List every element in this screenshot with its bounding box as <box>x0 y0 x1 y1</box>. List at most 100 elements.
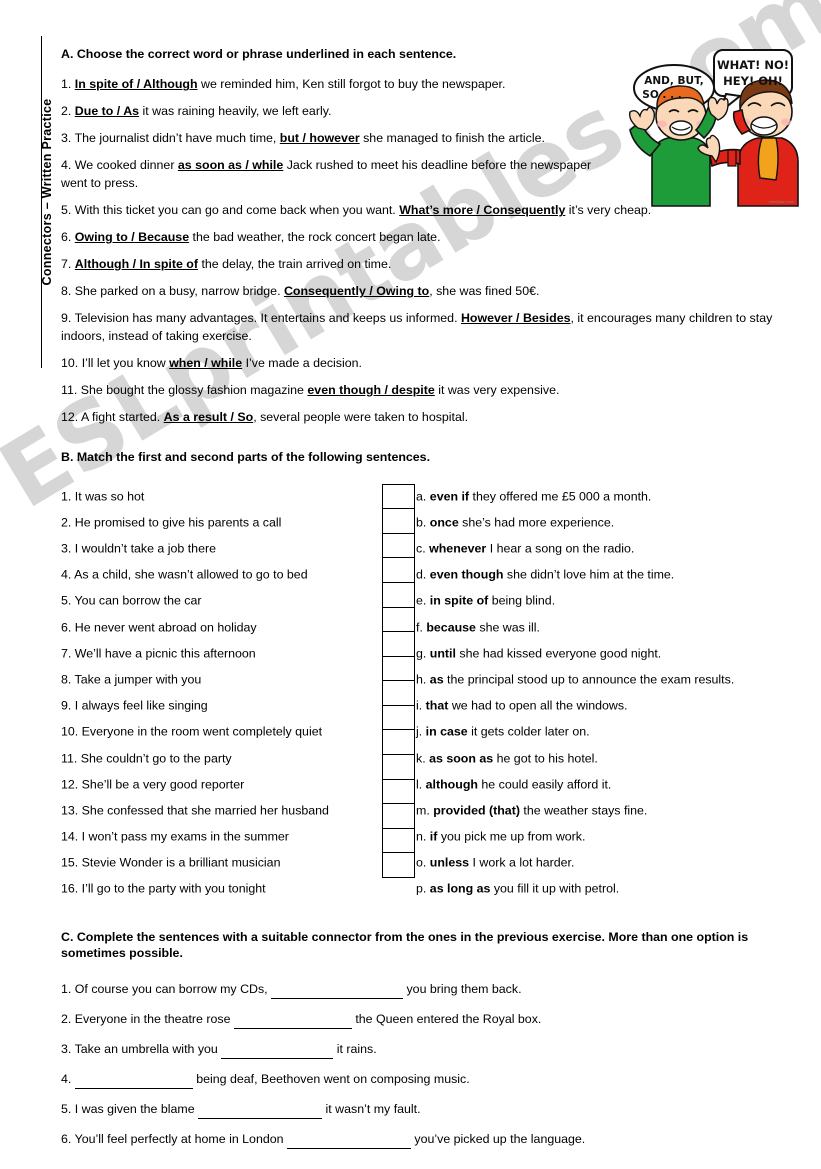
match-right-item: k. as soon as he got to his hotel. <box>416 751 598 766</box>
item-number: 2. <box>61 1012 72 1027</box>
underlined-choice[interactable]: However / Besides <box>461 311 571 325</box>
match-rest: he could easily afford it. <box>477 777 612 792</box>
match-rest: she was ill. <box>475 620 540 635</box>
match-right-item: m. provided (that) the weather stays fin… <box>416 803 647 818</box>
underlined-choice[interactable]: Due to / As <box>75 104 139 118</box>
table-row: 6. He never went abroad on holiday f. bec… <box>61 614 779 640</box>
item-text-before: With this ticket you can go and come bac… <box>74 203 400 218</box>
table-row: 16. I’ll go to the party with you tonigh… <box>61 876 779 902</box>
section-b: B. Match the first and second parts of t… <box>61 449 779 902</box>
answer-box[interactable] <box>383 706 414 731</box>
item-number: 7. <box>61 257 72 272</box>
match-right-item: o. unless I work a lot harder. <box>416 856 574 871</box>
item-text-after: the delay, the train arrived on time. <box>198 257 392 272</box>
section-a-item: 3. The journalist didn’t have much time,… <box>61 130 606 148</box>
fill-in-blank[interactable] <box>221 1046 334 1060</box>
match-rest: being blind. <box>488 593 556 608</box>
item-number: 11. <box>61 383 78 398</box>
underlined-choice[interactable]: As a result / So <box>164 410 254 424</box>
underlined-choice[interactable]: when / while <box>169 356 242 370</box>
match-letter: l. <box>416 777 423 792</box>
item-text-before: Take an umbrella with you <box>74 1042 222 1057</box>
item-text-before: You’ll feel perfectly at home in London <box>74 1132 287 1147</box>
item-text-after: I’ve made a decision. <box>242 356 362 371</box>
match-rest: I hear a song on the radio. <box>486 541 635 556</box>
fill-in-blank[interactable] <box>198 1106 323 1120</box>
item-text-before: She parked on a busy, narrow bridge. <box>74 284 284 299</box>
answer-box[interactable] <box>383 534 414 559</box>
match-right-item: j. in case it gets colder later on. <box>416 725 590 740</box>
answer-box[interactable] <box>383 755 414 780</box>
item-text-before: I was given the blame <box>74 1102 199 1117</box>
answer-box[interactable] <box>383 485 414 510</box>
clipart-credit: oneclipart.com <box>769 200 794 204</box>
match-rest: he got to his hotel. <box>493 751 598 766</box>
match-left-item: 6. He never went abroad on holiday <box>61 620 257 635</box>
fill-in-blank[interactable] <box>271 987 404 1000</box>
table-row: 7. We’ll have a picnic this afternoon g. … <box>61 641 779 667</box>
match-connector: as long as <box>429 882 491 896</box>
match-left-item: 4. As a child, she wasn’t allowed to go … <box>61 567 308 582</box>
item-text-before: I’ll let you know <box>81 356 170 371</box>
item-number: 6. <box>61 230 72 245</box>
answer-box[interactable] <box>383 681 414 706</box>
section-c-item: 2. Everyone in the theatre rose the Quee… <box>61 1011 779 1030</box>
answer-box[interactable] <box>383 509 414 534</box>
fill-in-blank[interactable] <box>233 1016 352 1030</box>
match-left-item: 14. I won’t pass my exams in the summer <box>61 829 289 844</box>
item-text-before: Television has many advantages. It enter… <box>74 311 461 326</box>
match-connector: although <box>425 777 478 792</box>
table-row: 8. Take a jumper with you h. as the princ… <box>61 667 779 693</box>
item-text-before: Everyone in the theatre rose <box>74 1012 234 1027</box>
answer-box[interactable] <box>383 730 414 756</box>
match-connector: in spite of <box>429 593 489 608</box>
match-left-item: 13. She confessed that she married her h… <box>61 803 329 818</box>
answer-box[interactable] <box>383 780 414 805</box>
answer-box[interactable] <box>383 608 414 633</box>
item-text-after: it was very expensive. <box>434 383 560 398</box>
underlined-choice[interactable]: What’s more / Consequently <box>399 203 565 217</box>
underlined-choice[interactable]: but / however <box>280 131 360 145</box>
fill-in-blank[interactable] <box>286 1136 411 1150</box>
speech-bubble-left-line1: AND, BUT, <box>644 75 703 87</box>
answer-box[interactable] <box>383 657 414 682</box>
underlined-choice[interactable]: Owing to / Because <box>75 230 189 244</box>
answer-box-column[interactable] <box>382 483 415 879</box>
table-row: 10. Everyone in the room went completely… <box>61 719 779 745</box>
item-number: 4. <box>61 158 72 173</box>
match-rest: the principal stood up to announce the e… <box>443 672 735 687</box>
fill-in-blank[interactable] <box>74 1076 193 1090</box>
item-text-after: she managed to finish the article. <box>359 131 545 146</box>
answer-box[interactable] <box>383 853 414 879</box>
underlined-choice[interactable]: Consequently / Owing to <box>284 284 429 298</box>
item-text-after: it rains. <box>333 1042 377 1057</box>
match-right-item: n. if you pick me up from work. <box>416 830 585 845</box>
answer-box[interactable] <box>383 583 414 608</box>
section-c-heading: C. Complete the sentences with a suitabl… <box>61 929 749 960</box>
underlined-choice[interactable]: even though / despite <box>307 383 434 397</box>
answer-box[interactable] <box>383 804 414 829</box>
underlined-choice[interactable]: as soon as / while <box>178 158 283 172</box>
matching-rows: 1. It was so hot a. even if they offered … <box>61 484 779 903</box>
table-row: 5. You can borrow the car e. in spite of … <box>61 588 779 614</box>
underlined-choice[interactable]: Although / In spite of <box>75 257 198 271</box>
item-text-after: you bring them back. <box>403 982 522 997</box>
table-row: 2. He promised to give his parents a cal… <box>61 510 779 536</box>
item-text-after: , several people were taken to hospital. <box>253 410 469 425</box>
match-rest: they offered me £5 000 a month. <box>469 489 652 504</box>
match-right-item: c. whenever I hear a song on the radio. <box>416 542 634 557</box>
item-text-after: it wasn’t my fault. <box>322 1102 421 1117</box>
item-number: 9. <box>61 311 72 326</box>
underlined-choice[interactable]: In spite of / Although <box>75 77 198 91</box>
section-a-item: 7. Although / In spite of the delay, the… <box>61 256 779 274</box>
item-number: 5. <box>61 1102 72 1117</box>
match-rest: the weather stays fine. <box>519 803 648 818</box>
match-left-item: 1. It was so hot <box>61 489 145 504</box>
match-connector: as <box>429 672 444 687</box>
match-left-item: 11. She couldn’t go to the party <box>61 751 232 766</box>
answer-box[interactable] <box>383 829 414 854</box>
table-row: 3. I wouldn’t take a job there c. wheneve… <box>61 536 779 562</box>
answer-box[interactable] <box>383 558 414 583</box>
answer-box[interactable] <box>383 632 414 657</box>
match-right-item: b. once she’s had more experience. <box>416 515 614 530</box>
